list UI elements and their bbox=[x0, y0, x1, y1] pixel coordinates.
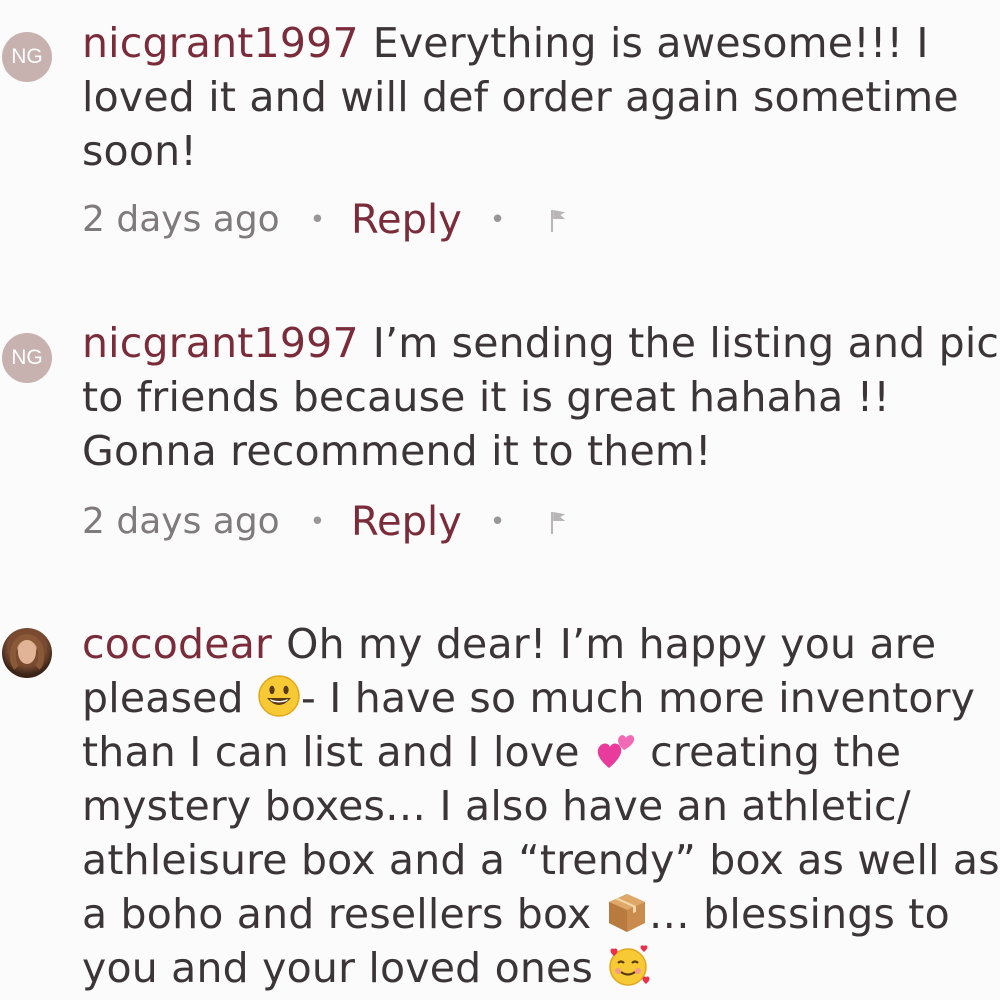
username-link[interactable]: cocodear bbox=[82, 620, 272, 668]
profile-photo bbox=[18, 640, 36, 664]
avatar-initials: NG bbox=[11, 45, 43, 68]
username-link[interactable]: nicgrant1997 bbox=[82, 319, 359, 367]
flag-icon[interactable] bbox=[549, 208, 567, 232]
smiling-face-with-hearts-emoji bbox=[606, 944, 650, 988]
separator-dot: • bbox=[309, 205, 326, 235]
separator-dot: • bbox=[489, 205, 506, 235]
smiley-face-emoji bbox=[257, 674, 301, 718]
separator-dot: • bbox=[489, 507, 506, 537]
separator-dot: • bbox=[309, 507, 326, 537]
flag-icon[interactable] bbox=[549, 510, 567, 534]
username-link[interactable]: nicgrant1997 bbox=[82, 19, 359, 67]
timestamp: 2 days ago bbox=[82, 199, 280, 240]
avatar[interactable] bbox=[2, 628, 52, 678]
reply-button[interactable]: Reply bbox=[351, 500, 462, 544]
comment-meta: 2 days ago • Reply • bbox=[82, 198, 567, 242]
timestamp: 2 days ago bbox=[82, 501, 280, 542]
two-hearts-emoji bbox=[593, 728, 637, 772]
comment-body: nicgrant1997 I’m sending the listing and … bbox=[82, 316, 1000, 478]
package-emoji bbox=[605, 890, 649, 934]
reply-button[interactable]: Reply bbox=[351, 198, 462, 242]
comment-body: cocodear Oh my dear! I’m happy you are pl… bbox=[82, 617, 1000, 995]
avatar[interactable]: NG bbox=[2, 333, 52, 383]
comment-body: nicgrant1997 Everything is awesome!!! I l… bbox=[82, 16, 1000, 178]
avatar-initials: NG bbox=[11, 346, 43, 369]
avatar[interactable]: NG bbox=[2, 32, 52, 82]
comment-meta: 2 days ago • Reply • bbox=[82, 500, 567, 544]
